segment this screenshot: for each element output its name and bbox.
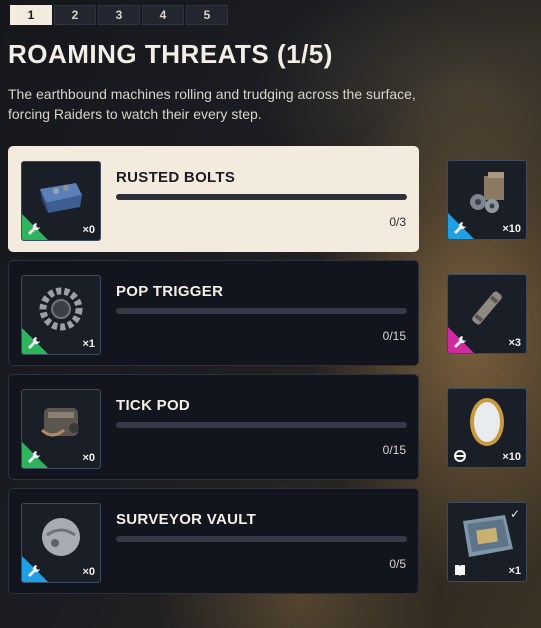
objective-name: POP TRIGGER	[116, 283, 224, 300]
wrench-icon	[454, 222, 466, 234]
item-slot[interactable]: ×0	[21, 503, 101, 583]
progress-count: 0/15	[382, 329, 406, 343]
tab-1[interactable]: 1	[10, 5, 52, 25]
progress-count: 0/3	[389, 215, 406, 229]
page-description: The earthbound machines rolling and trud…	[8, 86, 416, 122]
tab-5[interactable]: 5	[186, 5, 228, 25]
blueprint-icon	[455, 565, 465, 576]
reward-slot[interactable]: ×3	[447, 274, 527, 354]
mirror-icon	[470, 397, 504, 446]
progress-bar	[116, 194, 407, 200]
item-slot[interactable]: ×1	[21, 275, 101, 355]
reward-quantity: ×10	[502, 223, 521, 235]
reward-slot[interactable]: ✓ ×1	[447, 502, 527, 582]
reward-slot[interactable]: ×10	[447, 160, 527, 240]
progress-count: 0/15	[382, 443, 406, 457]
objective-card-surveyor-vault[interactable]: ×0 SURVEYOR VAULT 0/5	[8, 488, 419, 594]
progress-bar	[116, 536, 407, 542]
tab-3[interactable]: 3	[98, 5, 140, 25]
blueprint-case-icon	[463, 514, 513, 557]
vault-sphere-icon	[42, 517, 80, 556]
wrench-icon	[28, 223, 40, 235]
progress-bar	[116, 308, 407, 314]
page-title: ROAMING THREATS (1/5)	[8, 39, 333, 69]
tube-component-icon	[472, 291, 502, 325]
item-quantity: ×0	[82, 566, 95, 578]
tab-4[interactable]: 4	[142, 5, 184, 25]
item-slot[interactable]: ×0	[21, 389, 101, 469]
wrench-icon	[28, 565, 40, 577]
item-quantity: ×1	[82, 338, 95, 350]
reward-quantity: ×10	[502, 451, 521, 463]
wrench-icon	[28, 337, 40, 349]
tick-pod-icon	[40, 407, 79, 437]
stage-tabs: 1 2 3 4 5	[10, 5, 228, 25]
wrench-icon	[28, 451, 40, 463]
bolts-box-icon	[40, 182, 82, 213]
progress-bar	[116, 422, 407, 428]
gear-ring-icon	[39, 287, 83, 331]
parts-crate-icon	[470, 171, 504, 213]
reward-quantity: ×3	[508, 337, 521, 349]
scrap-icon	[454, 450, 466, 462]
progress-count: 0/5	[389, 557, 406, 571]
tab-2[interactable]: 2	[54, 5, 96, 25]
item-slot[interactable]: ×0	[21, 161, 101, 241]
objective-card-rusted-bolts[interactable]: ×0 RUSTED BOLTS 0/3	[8, 146, 419, 252]
item-quantity: ×0	[82, 224, 95, 236]
objective-name: SURVEYOR VAULT	[116, 511, 257, 528]
objective-card-pop-trigger[interactable]: ×1 POP TRIGGER 0/15	[8, 260, 419, 366]
item-quantity: ×0	[82, 452, 95, 464]
reward-quantity: ×1	[508, 565, 521, 577]
objective-card-tick-pod[interactable]: ×0 TICK POD 0/15	[8, 374, 419, 480]
check-icon: ✓	[509, 507, 520, 521]
reward-slot[interactable]: ×10	[447, 388, 527, 468]
objective-name: TICK POD	[116, 397, 191, 414]
objective-name: RUSTED BOLTS	[116, 169, 236, 186]
wrench-icon	[454, 336, 466, 348]
